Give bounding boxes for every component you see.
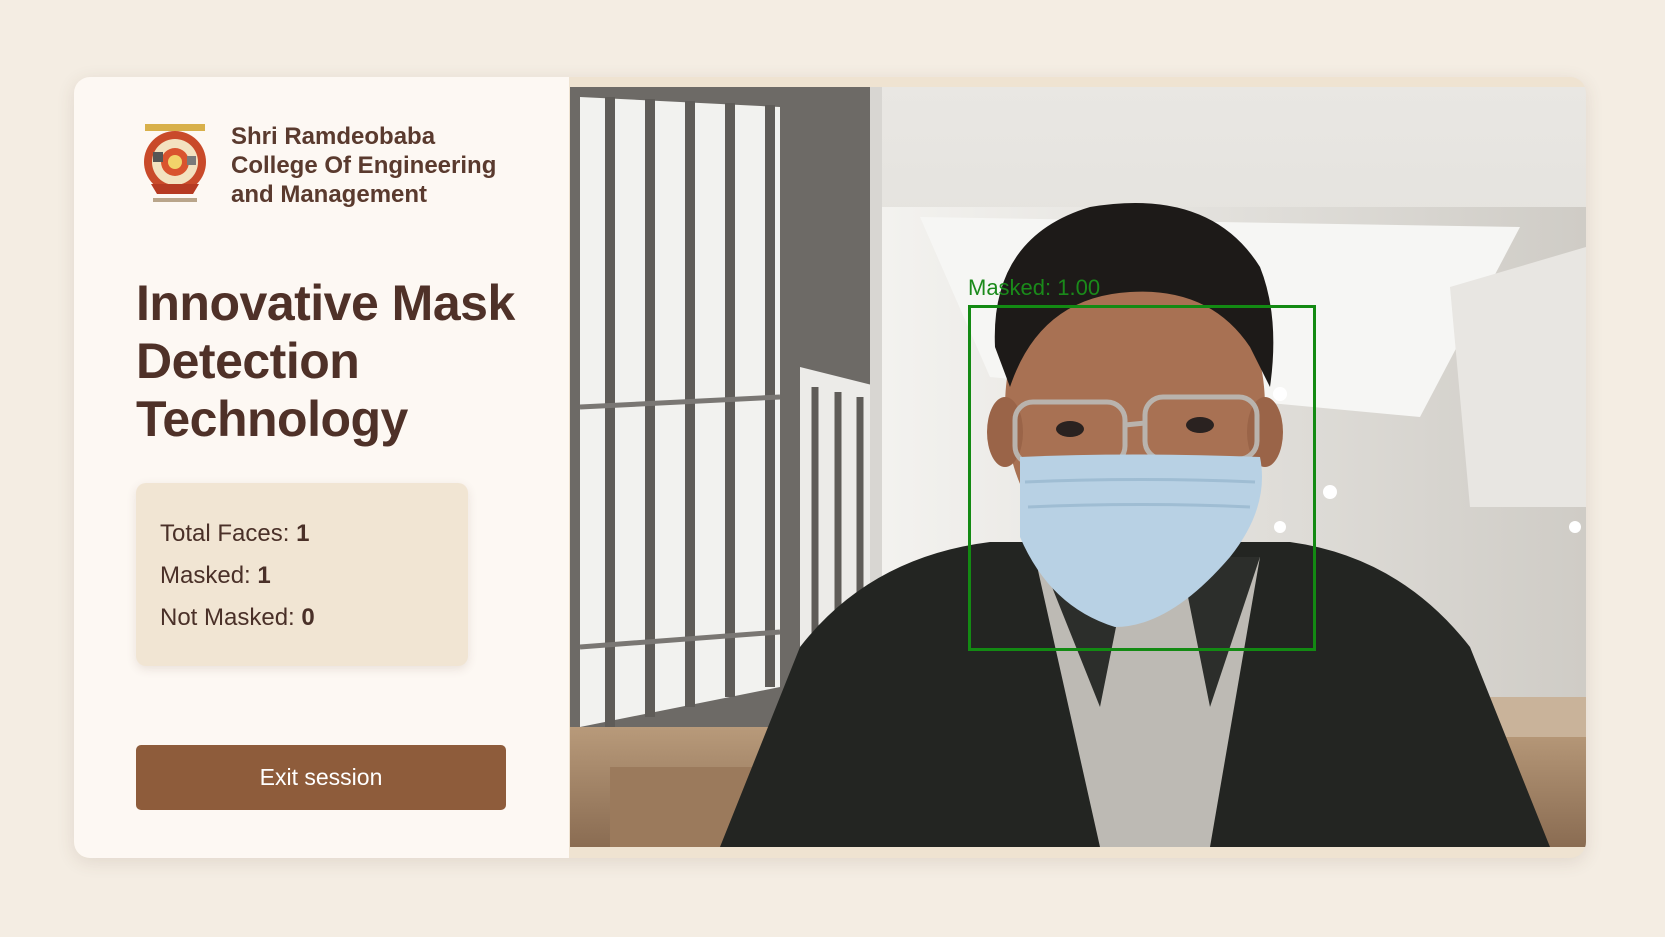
stats-panel: Total Faces: 1 Masked: 1 Not Masked: 0 <box>136 483 468 666</box>
college-crest-icon <box>144 124 206 202</box>
brand-header: Shri Ramdeobaba College Of Engineering a… <box>139 122 501 209</box>
stat-total-faces: Total Faces: 1 <box>160 513 444 555</box>
main-card: Shri Ramdeobaba College Of Engineering a… <box>74 77 1586 858</box>
stat-total-faces-value: 1 <box>296 520 310 547</box>
stat-total-faces-label: Total Faces: <box>160 520 297 547</box>
stat-masked: Masked: 1 <box>160 555 444 597</box>
college-name: Shri Ramdeobaba College Of Engineering a… <box>231 123 497 208</box>
stat-masked-value: 1 <box>257 562 271 589</box>
page-title: Innovative Mask Detection Technology <box>136 275 515 447</box>
stat-not-masked-label: Not Masked: <box>160 604 302 631</box>
camera-feed: Masked: 1.00 <box>570 87 1586 847</box>
stat-masked-label: Masked: <box>160 562 258 589</box>
stat-not-masked: Not Masked: 0 <box>160 597 444 639</box>
detection-label: Masked: 1.00 <box>968 275 1101 300</box>
sidebar: Shri Ramdeobaba College Of Engineering a… <box>74 77 569 858</box>
detection-bounding-box <box>968 305 1316 651</box>
exit-session-button[interactable]: Exit session <box>136 745 506 810</box>
stat-not-masked-value: 0 <box>301 604 315 631</box>
